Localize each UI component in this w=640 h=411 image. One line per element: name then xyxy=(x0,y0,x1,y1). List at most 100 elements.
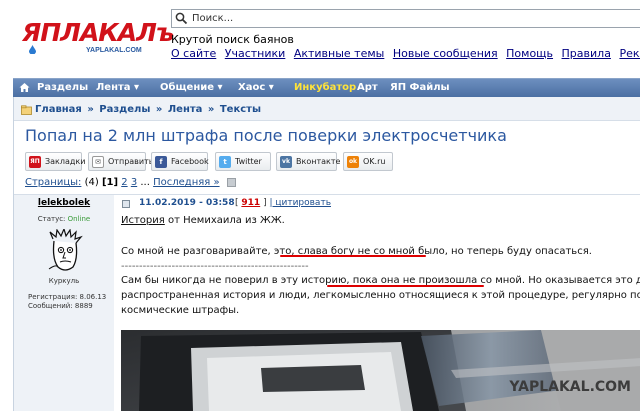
crumb-sep: » xyxy=(207,104,215,115)
quote-link[interactable]: | цитировать xyxy=(269,198,331,208)
page: ЯПЛАКАЛъ YAPLAKAL.COM Крутой поиск баяно… xyxy=(0,0,640,411)
search-box xyxy=(171,9,640,28)
pages-label[interactable]: Страницы: xyxy=(25,177,81,188)
post-text: Со мной не разговаривайте, это, xyxy=(121,246,298,257)
site-tagline: Крутой поиск баянов xyxy=(171,33,294,46)
crumb-sep: » xyxy=(87,104,94,115)
header-links: О сайте Участники Активные темы Новые со… xyxy=(171,47,640,60)
breadcrumb-bar: Главная » Разделы » Лента » Тексты xyxy=(14,97,640,121)
logo-url: YAPLAKAL.COM xyxy=(86,47,142,54)
link-ads[interactable]: Реклама xyxy=(619,47,640,60)
site-header: ЯПЛАКАЛъ YAPLAKAL.COM Крутой поиск баяно… xyxy=(0,0,640,78)
post-icon xyxy=(122,200,130,208)
page-link[interactable]: 3 xyxy=(131,177,137,188)
divider-line: ----------------------------------------… xyxy=(121,261,309,272)
crumb-sections[interactable]: Разделы xyxy=(99,104,150,115)
link-new-posts[interactable]: Новые сообщения xyxy=(393,47,498,60)
page-title: Попал на 2 млн штрафа после поверки элек… xyxy=(25,126,507,145)
crumb-texts[interactable]: Тексты xyxy=(220,104,261,115)
home-icon[interactable] xyxy=(19,82,30,93)
main-content: Главная » Разделы » Лента » Тексты Попал… xyxy=(13,97,640,411)
search-input[interactable] xyxy=(192,11,632,26)
link-about[interactable]: О сайте xyxy=(171,47,216,60)
author-cell: lelekbolek xyxy=(14,195,114,212)
registration-date: Регистрация: 8.06.13 xyxy=(28,293,107,301)
link-active-topics[interactable]: Активные темы xyxy=(294,47,385,60)
twitter-button[interactable]: t Twitter xyxy=(215,152,271,171)
ok-button[interactable]: ok OK.ru xyxy=(343,152,393,171)
vk-icon: vk xyxy=(280,156,292,168)
crumb-home[interactable]: Главная xyxy=(35,104,82,115)
mail-icon: ✉ xyxy=(92,156,104,168)
status-label: Статус: xyxy=(37,215,66,223)
share-label: Закладки xyxy=(45,157,86,166)
nav-sections[interactable]: Разделы xyxy=(37,82,88,93)
post-text: . Но оказывается это достаточно xyxy=(521,275,640,286)
crumb-sep: » xyxy=(155,104,163,115)
nav-incubator[interactable]: Инкубатор xyxy=(294,82,356,93)
site-logo[interactable]: ЯПЛАКАЛъ YAPLAKAL.COM xyxy=(22,18,175,56)
source-link[interactable]: История xyxy=(121,215,165,226)
author-panel: Статус: Online Куркуль Регистрация: 8.06… xyxy=(14,211,114,411)
site-watermark: YAPLAKAL.COM xyxy=(509,379,631,395)
vk-button[interactable]: vk Вконтакте xyxy=(276,152,341,171)
author-stats: Регистрация: 8.06.13 Сообщений: 8889 xyxy=(28,293,106,311)
electric-meter-photo xyxy=(121,330,640,411)
breadcrumb: Главная » Разделы » Лента » Тексты xyxy=(35,104,261,115)
logo-text: ЯПЛАКАЛъ xyxy=(22,18,175,47)
pages-count: (4) xyxy=(84,177,99,188)
main-nav: Разделы Лента ▾ Общение ▾ Хаос ▾ Инкубат… xyxy=(13,78,640,97)
nav-chaos[interactable]: Хаос ▾ xyxy=(238,82,274,93)
post-meta: 11.02.2019 - 03:58 [ 911 ] | цитировать xyxy=(115,195,640,212)
share-label: OK.ru xyxy=(363,157,386,166)
post-line: распространенная история и люди, легкомы… xyxy=(121,290,640,301)
facebook-button[interactable]: f Facebook xyxy=(151,152,209,171)
red-underline xyxy=(327,285,484,287)
nav-chat[interactable]: Общение ▾ xyxy=(160,82,223,93)
current-page: [1] xyxy=(101,177,119,188)
link-rules[interactable]: Правила xyxy=(562,47,611,60)
folder-icon xyxy=(21,105,32,115)
post-image[interactable]: YAPLAKAL.COM xyxy=(121,330,640,411)
share-label: Вконтакте xyxy=(296,157,341,166)
post-line: космические штрафы. xyxy=(121,305,240,316)
link-help[interactable]: Помощь xyxy=(506,47,553,60)
post-line: История от Немихаила из ЖЖ. xyxy=(121,215,285,226)
share-label: Отправить xyxy=(108,157,154,166)
avatar[interactable] xyxy=(44,229,86,275)
post-rating: [ 911 ] | цитировать xyxy=(235,198,331,208)
crumb-feed[interactable]: Лента xyxy=(168,104,203,115)
red-underline xyxy=(280,255,426,257)
last-page-link[interactable]: Последняя » xyxy=(153,177,219,188)
post-date[interactable]: 11.02.2019 - 03:58 xyxy=(139,198,235,208)
post-header: lelekbolek 11.02.2019 - 03:58 [ 911 ] | … xyxy=(14,194,640,212)
yaplakal-icon: ЯП xyxy=(29,156,41,168)
page-jump-icon[interactable] xyxy=(226,177,236,187)
share-label: Twitter xyxy=(235,157,262,166)
page-link[interactable]: 2 xyxy=(121,177,127,188)
status-online: Online xyxy=(67,215,91,223)
facebook-icon: f xyxy=(155,156,167,168)
rating-value[interactable]: 911 xyxy=(241,198,260,208)
ok-icon: ok xyxy=(347,156,359,168)
nav-feed[interactable]: Лента ▾ xyxy=(96,82,139,93)
pagination: Страницы: (4) [1] 2 3 ... Последняя » xyxy=(25,177,236,188)
avatar-caption: Куркуль xyxy=(48,277,80,285)
nav-files[interactable]: ЯП Файлы xyxy=(390,82,450,93)
post-text: Сам бы никогда не поверил в эту историю, xyxy=(121,275,353,286)
link-members[interactable]: Участники xyxy=(225,47,286,60)
author-name[interactable]: lelekbolek xyxy=(38,198,90,208)
rating-bracket-close: ] xyxy=(263,198,267,208)
search-icon[interactable] xyxy=(175,12,188,25)
nav-art[interactable]: Арт xyxy=(357,82,378,93)
tear-drop-icon xyxy=(29,45,36,54)
share-label: Facebook xyxy=(171,157,209,166)
rating-bracket-open: [ xyxy=(235,198,239,208)
posts-count: Сообщений: 8889 xyxy=(28,302,93,310)
send-button[interactable]: ✉ Отправить xyxy=(88,152,153,171)
twitter-icon: t xyxy=(219,156,231,168)
pages-ellipsis: ... xyxy=(140,177,150,188)
author-status: Статус: Online xyxy=(14,215,114,223)
bookmarks-button[interactable]: ЯП Закладки xyxy=(25,152,86,171)
post-text: от Немихаила из ЖЖ. xyxy=(164,215,285,226)
